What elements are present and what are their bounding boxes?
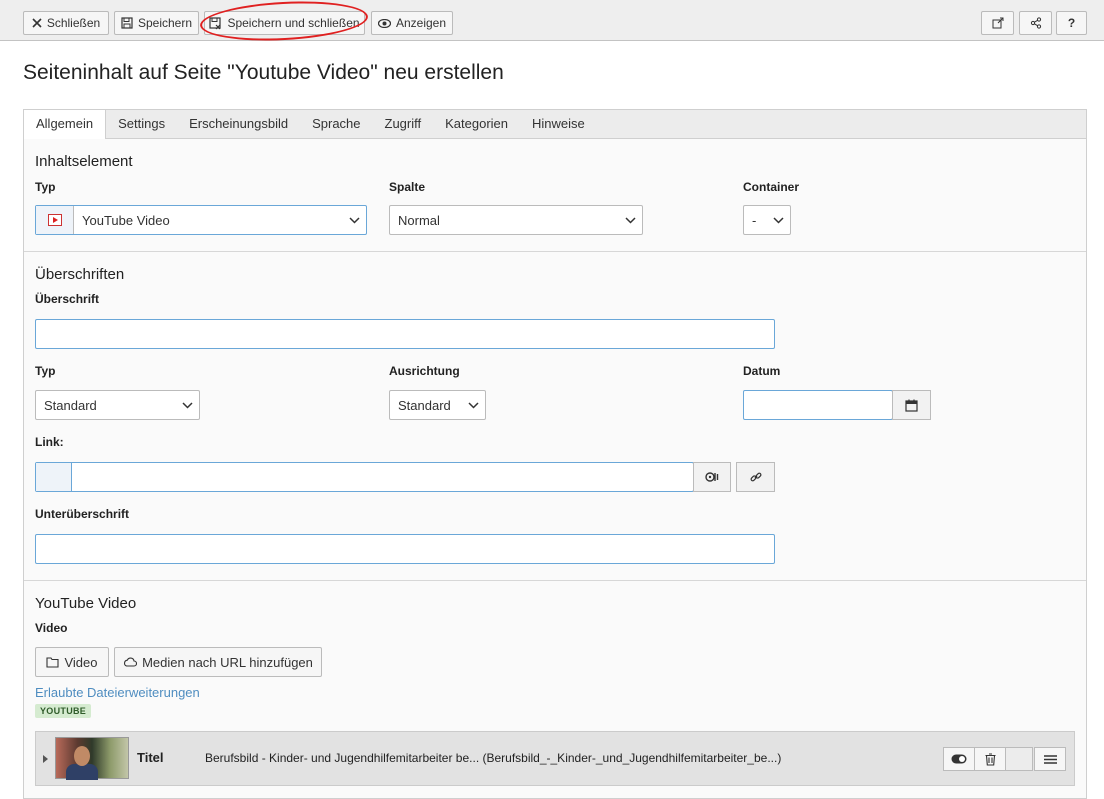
view-button-label: Anzeigen: [395, 16, 447, 30]
visibility-toggle-button[interactable]: [943, 747, 975, 771]
file-title-label: Titel: [137, 750, 164, 765]
heading-label: Überschrift: [35, 292, 100, 306]
container-label: Container: [743, 180, 800, 194]
share-button[interactable]: [1019, 11, 1052, 35]
section-title-content-element: Inhaltselement: [35, 153, 133, 170]
type-label: Typ: [35, 180, 56, 194]
video-thumbnail: [55, 737, 129, 780]
chevron-down-icon: [618, 216, 642, 224]
link-details-icon: [705, 472, 719, 482]
save-close-icon: [209, 16, 222, 29]
close-icon: [32, 18, 42, 28]
extension-badge: YOUTUBE: [35, 704, 92, 718]
section-title-headings: Überschriften: [35, 266, 125, 283]
heading-input[interactable]: [35, 319, 775, 349]
file-title-value: Berufsbild - Kinder- und Jugendhilfemita…: [205, 751, 782, 765]
section-title-youtube: YouTube Video: [35, 595, 137, 612]
add-media-by-url-button[interactable]: Medien nach URL hinzufügen: [114, 647, 322, 677]
cloud-icon: [124, 657, 138, 667]
tab-hinweise[interactable]: Hinweise: [520, 110, 597, 138]
section-divider: [24, 580, 1086, 581]
tab-erscheinungsbild[interactable]: Erscheinungsbild: [177, 110, 300, 138]
tab-sprache[interactable]: Sprache: [300, 110, 372, 138]
container-select-value: -: [752, 212, 757, 228]
add-media-by-url-label: Medien nach URL hinzufügen: [142, 654, 313, 670]
tab-kategorien[interactable]: Kategorien: [433, 110, 520, 138]
close-button-label: Schließen: [46, 16, 101, 30]
help-button[interactable]: ?: [1056, 11, 1087, 35]
date-label: Datum: [743, 364, 781, 378]
chevron-down-icon: [461, 401, 485, 409]
tab-settings[interactable]: Settings: [106, 110, 177, 138]
video-label: Video: [35, 621, 68, 635]
save-and-close-button[interactable]: Speichern und schließen: [204, 11, 365, 35]
type-icon-box: [36, 206, 74, 234]
external-link-icon: [992, 17, 1003, 29]
toggle-icon: [951, 754, 967, 764]
subheading-label: Unterüberschrift: [35, 507, 130, 521]
chevron-down-icon: [342, 216, 366, 224]
file-reference-row[interactable]: Titel Berufsbild - Kinder- und Jugendhil…: [35, 731, 1075, 786]
type-select-value: YouTube Video: [82, 212, 170, 228]
section-divider: [24, 251, 1086, 252]
subheading-input[interactable]: [35, 534, 775, 564]
chevron-down-icon: [175, 401, 199, 409]
type-select[interactable]: YouTube Video: [35, 205, 367, 235]
tab-bar: Allgemein Settings Erscheinungsbild Spra…: [23, 109, 1087, 140]
tab-allgemein[interactable]: Allgemein: [23, 110, 107, 140]
close-button[interactable]: Schließen: [23, 11, 109, 35]
link-input[interactable]: [35, 462, 694, 492]
folder-icon: [46, 656, 60, 668]
thumbnail-person-body: [66, 764, 98, 780]
caret-right-icon[interactable]: [43, 755, 48, 763]
link-browser-button[interactable]: [736, 462, 775, 492]
calendar-icon: [905, 399, 918, 412]
save-button-label: Speichern: [137, 16, 193, 30]
column-label: Spalte: [389, 180, 426, 194]
link-type-icon-box: [36, 463, 72, 491]
tab-zugriff[interactable]: Zugriff: [373, 110, 434, 138]
alignment-label: Ausrichtung: [389, 364, 460, 378]
drag-handle-button[interactable]: [1034, 747, 1066, 771]
container-select[interactable]: -: [743, 205, 791, 235]
alignment-select[interactable]: Standard: [389, 390, 486, 420]
allowed-extensions-link[interactable]: Erlaubte Dateierweiterungen: [35, 685, 200, 700]
date-picker-button[interactable]: [892, 390, 931, 420]
share-icon: [1030, 17, 1041, 29]
save-and-close-label: Speichern und schließen: [227, 16, 360, 30]
row-spacer-button: [1005, 747, 1033, 771]
trash-icon: [985, 752, 995, 766]
eye-icon: [377, 18, 391, 28]
heading-type-value: Standard: [44, 397, 97, 413]
drag-handle-icon: [1043, 754, 1057, 764]
link-details-button[interactable]: [693, 462, 731, 492]
thumbnail-person-face: [74, 746, 90, 766]
link-label: Link:: [35, 435, 64, 449]
help-button-label: ?: [1067, 16, 1076, 30]
add-video-button[interactable]: Video: [35, 647, 109, 677]
save-button[interactable]: Speichern: [114, 11, 199, 35]
heading-type-label: Typ: [35, 364, 56, 378]
column-select-value: Normal: [398, 212, 440, 228]
docheader-toolbar: Schließen Speichern Speichern und schlie…: [0, 0, 1104, 41]
heading-type-select[interactable]: Standard: [35, 390, 200, 420]
chevron-down-icon: [766, 216, 790, 224]
date-input[interactable]: [743, 390, 893, 420]
column-select[interactable]: Normal: [389, 205, 643, 235]
link-icon: [750, 472, 761, 482]
youtube-icon: [47, 214, 62, 226]
view-button[interactable]: Anzeigen: [371, 11, 453, 35]
delete-button[interactable]: [974, 747, 1006, 771]
add-video-label: Video: [64, 654, 98, 670]
alignment-value: Standard: [398, 397, 451, 413]
open-new-window-button[interactable]: [981, 11, 1014, 35]
page-title: Seiteninhalt auf Seite "Youtube Video" n…: [23, 61, 504, 84]
save-icon: [121, 17, 133, 29]
